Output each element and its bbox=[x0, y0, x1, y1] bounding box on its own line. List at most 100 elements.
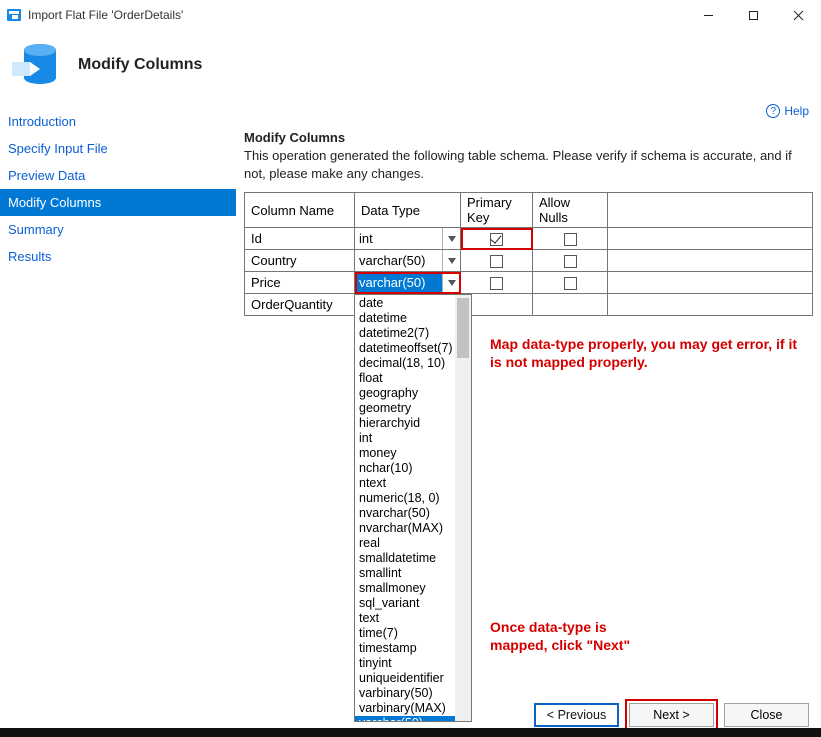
checkbox-nulls[interactable] bbox=[564, 277, 577, 290]
close-wizard-button[interactable]: Close bbox=[724, 703, 809, 727]
sidebar-item-specify-input[interactable]: Specify Input File bbox=[0, 135, 236, 162]
cell-primary-key[interactable] bbox=[461, 250, 533, 272]
data-type-dropdown[interactable]: datedatetimedatetime2(7)datetimeoffset(7… bbox=[354, 294, 472, 722]
previous-button[interactable]: < Previous bbox=[534, 703, 619, 727]
window-title: Import Flat File 'OrderDetails' bbox=[28, 8, 183, 22]
checkbox-nulls[interactable] bbox=[564, 233, 577, 246]
cell-empty bbox=[608, 272, 813, 294]
dropdown-option[interactable]: geography bbox=[355, 386, 471, 401]
dropdown-option[interactable]: tinyint bbox=[355, 656, 471, 671]
scrollbar-thumb[interactable] bbox=[457, 298, 469, 358]
dropdown-option[interactable]: varbinary(50) bbox=[355, 686, 471, 701]
checkbox-nulls[interactable] bbox=[564, 255, 577, 268]
minimize-button[interactable] bbox=[686, 0, 731, 30]
col-header-empty bbox=[608, 193, 813, 228]
dropdown-option[interactable]: sql_variant bbox=[355, 596, 471, 611]
cell-primary-key[interactable] bbox=[461, 228, 533, 250]
section-description: This operation generated the following t… bbox=[244, 147, 813, 182]
table-row: OrderQuantity bbox=[245, 294, 813, 316]
cell-empty bbox=[608, 294, 813, 316]
cell-column-name[interactable]: Country bbox=[245, 250, 355, 272]
close-button[interactable] bbox=[776, 0, 821, 30]
cell-empty bbox=[608, 228, 813, 250]
dropdown-option[interactable]: float bbox=[355, 371, 471, 386]
dropdown-option[interactable]: ntext bbox=[355, 476, 471, 491]
checkbox-pk[interactable] bbox=[490, 255, 503, 268]
sidebar-item-summary[interactable]: Summary bbox=[0, 216, 236, 243]
cell-column-name[interactable]: OrderQuantity bbox=[245, 294, 355, 316]
annotation-map-type: Map data-type properly, you may get erro… bbox=[490, 335, 800, 371]
sidebar-item-preview-data[interactable]: Preview Data bbox=[0, 162, 236, 189]
database-import-icon bbox=[10, 40, 60, 90]
dropdown-option[interactable]: decimal(18, 10) bbox=[355, 356, 471, 371]
dropdown-option[interactable]: smalldatetime bbox=[355, 551, 471, 566]
wizard-sidebar: Introduction Specify Input File Preview … bbox=[0, 108, 236, 723]
app-icon bbox=[6, 7, 22, 23]
dropdown-option[interactable]: smallmoney bbox=[355, 581, 471, 596]
sidebar-item-modify-columns[interactable]: Modify Columns bbox=[0, 189, 236, 216]
taskbar bbox=[0, 728, 821, 737]
schema-table: Column Name Data Type Primary Key Allow … bbox=[244, 192, 813, 316]
dropdown-option[interactable]: smallint bbox=[355, 566, 471, 581]
cell-allow-nulls[interactable] bbox=[533, 294, 608, 316]
dropdown-option[interactable]: numeric(18, 0) bbox=[355, 491, 471, 506]
page-title: Modify Columns bbox=[78, 56, 202, 74]
dropdown-option[interactable]: varbinary(MAX) bbox=[355, 701, 471, 716]
dropdown-option[interactable]: real bbox=[355, 536, 471, 551]
cell-data-type[interactable]: varchar(50) bbox=[355, 272, 461, 294]
dropdown-scrollbar[interactable] bbox=[455, 295, 471, 721]
cell-empty bbox=[608, 250, 813, 272]
dropdown-option[interactable]: nvarchar(MAX) bbox=[355, 521, 471, 536]
table-row: Country varchar(50) bbox=[245, 250, 813, 272]
data-type-value: varchar(50) bbox=[355, 273, 442, 292]
annotation-next-l2: mapped, click "Next" bbox=[490, 636, 630, 654]
chevron-down-icon[interactable] bbox=[442, 250, 460, 271]
dropdown-option[interactable]: uniqueidentifier bbox=[355, 671, 471, 686]
checkbox-pk[interactable] bbox=[490, 233, 503, 246]
dropdown-option[interactable]: varchar(50) bbox=[355, 716, 471, 722]
data-type-value: varchar(50) bbox=[355, 251, 442, 270]
maximize-button[interactable] bbox=[731, 0, 776, 30]
wizard-header: Modify Columns bbox=[0, 30, 821, 108]
dropdown-option[interactable]: nvarchar(50) bbox=[355, 506, 471, 521]
checkbox-pk[interactable] bbox=[490, 277, 503, 290]
col-header-type[interactable]: Data Type bbox=[355, 193, 461, 228]
dropdown-option[interactable]: time(7) bbox=[355, 626, 471, 641]
dropdown-option[interactable]: nchar(10) bbox=[355, 461, 471, 476]
cell-allow-nulls[interactable] bbox=[533, 228, 608, 250]
col-header-name[interactable]: Column Name bbox=[245, 193, 355, 228]
dropdown-option[interactable]: text bbox=[355, 611, 471, 626]
section-title: Modify Columns bbox=[244, 130, 813, 145]
table-row: Id int bbox=[245, 228, 813, 250]
dropdown-option[interactable]: datetimeoffset(7) bbox=[355, 341, 471, 356]
dropdown-option[interactable]: date bbox=[355, 296, 471, 311]
col-header-pk[interactable]: Primary Key bbox=[461, 193, 533, 228]
dropdown-option[interactable]: timestamp bbox=[355, 641, 471, 656]
dropdown-option[interactable]: geometry bbox=[355, 401, 471, 416]
col-header-nulls[interactable]: Allow Nulls bbox=[533, 193, 608, 228]
cell-data-type[interactable]: int bbox=[355, 228, 461, 250]
dropdown-option[interactable]: datetime bbox=[355, 311, 471, 326]
data-type-value: int bbox=[355, 229, 442, 248]
chevron-down-icon[interactable] bbox=[442, 228, 460, 249]
cell-primary-key[interactable] bbox=[461, 272, 533, 294]
dropdown-option[interactable]: hierarchyid bbox=[355, 416, 471, 431]
cell-column-name[interactable]: Id bbox=[245, 228, 355, 250]
window-titlebar: Import Flat File 'OrderDetails' bbox=[0, 0, 821, 30]
sidebar-item-introduction[interactable]: Introduction bbox=[0, 108, 236, 135]
cell-allow-nulls[interactable] bbox=[533, 250, 608, 272]
dropdown-option[interactable]: int bbox=[355, 431, 471, 446]
help-link[interactable]: ? Help bbox=[766, 104, 809, 118]
table-row: Price varchar(50) bbox=[245, 272, 813, 294]
sidebar-item-results[interactable]: Results bbox=[0, 243, 236, 270]
dropdown-option[interactable]: datetime2(7) bbox=[355, 326, 471, 341]
help-icon: ? bbox=[766, 104, 780, 118]
cell-column-name[interactable]: Price bbox=[245, 272, 355, 294]
next-button[interactable]: Next > bbox=[629, 703, 714, 727]
cell-allow-nulls[interactable] bbox=[533, 272, 608, 294]
annotation-next-l1: Once data-type is bbox=[490, 618, 607, 636]
help-text: Help bbox=[784, 104, 809, 118]
dropdown-option[interactable]: money bbox=[355, 446, 471, 461]
chevron-down-icon[interactable] bbox=[442, 272, 460, 293]
cell-data-type[interactable]: varchar(50) bbox=[355, 250, 461, 272]
